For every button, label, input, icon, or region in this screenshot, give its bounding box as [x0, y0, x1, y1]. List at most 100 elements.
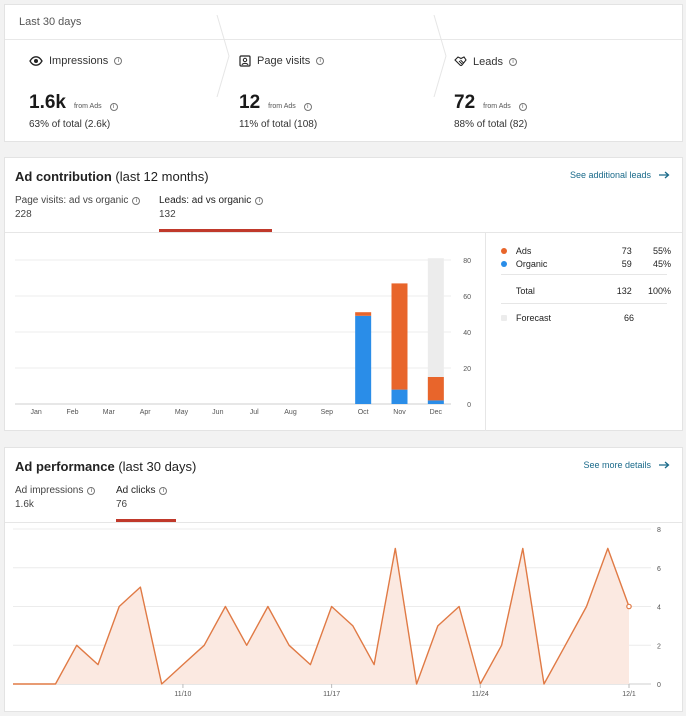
- legend-swatch: [501, 248, 507, 254]
- metric-source: from Ads: [73, 103, 102, 110]
- metric-page-visits: Page visits i 12 from Ads i 11% of total…: [219, 40, 429, 142]
- eye-icon: [29, 56, 43, 66]
- info-icon[interactable]: i: [518, 103, 527, 111]
- x-tick-label: Apr: [140, 409, 152, 416]
- bar-organic: [355, 315, 372, 404]
- arrow-right-icon: [659, 461, 670, 469]
- x-tick-label: 11/24: [472, 691, 489, 698]
- legend-label: Ads: [515, 246, 532, 256]
- see-additional-leads-link[interactable]: See additional leads: [570, 170, 670, 180]
- metric-percent: 63% of total (2.6k): [29, 119, 111, 130]
- x-tick-label: 11/17: [323, 691, 340, 698]
- arrow-right-icon: [659, 171, 670, 179]
- legend-label: Organic: [515, 259, 548, 269]
- divider: [501, 274, 667, 275]
- metric-impressions: Impressions i 1.6k from Ads i 63% of tot…: [9, 40, 219, 142]
- x-tick-label: Nov: [393, 409, 406, 416]
- x-tick-label: 11/10: [174, 691, 191, 698]
- ad-contribution-card: Ad contribution (last 12 months) See add…: [4, 157, 683, 431]
- legend-percent: 55%: [652, 246, 671, 256]
- x-tick-label: 12/1: [622, 691, 636, 698]
- legend-percent: 45%: [652, 259, 671, 269]
- ad-performance-card: Ad performance (last 30 days) See more d…: [4, 447, 683, 712]
- bar-organic: [427, 400, 444, 404]
- legend-label: Forecast: [516, 313, 552, 323]
- tab-label: Ad clicks: [116, 485, 156, 496]
- last-data-point: [626, 603, 632, 610]
- card-title-sub: (last 12 months): [115, 169, 209, 184]
- metric-label: Leads: [473, 55, 503, 68]
- summary-card: Last 30 days Impressions i 1.6k from Ads…: [4, 4, 683, 142]
- info-icon[interactable]: i: [132, 196, 141, 205]
- metric-value: 12: [239, 92, 261, 113]
- handshake-icon: [454, 56, 467, 66]
- bar-ads: [427, 377, 444, 401]
- x-tick-label: Oct: [358, 409, 369, 416]
- metric-value: 72: [454, 92, 476, 113]
- info-icon[interactable]: i: [316, 57, 325, 65]
- info-icon[interactable]: i: [303, 103, 312, 111]
- card-title: Ad contribution (last 12 months): [15, 169, 209, 184]
- tab-ad-impressions[interactable]: Ad impressions i 1.6k: [15, 485, 96, 510]
- x-tick-label: Jun: [212, 409, 223, 416]
- legend-value: 132: [616, 286, 632, 296]
- tab-label: Ad impressions: [15, 485, 84, 496]
- divider: [485, 233, 486, 431]
- tab-page-visits[interactable]: Page visits: ad vs organic i 228: [15, 195, 141, 220]
- x-tick-label: Jan: [31, 409, 42, 416]
- leads-bar-chart: 0 20 40 60 80 Jan Feb Mar Apr May Jun Jul Aug Sep Oct N…: [15, 258, 471, 416]
- divider: [5, 232, 682, 233]
- metric-label: Impressions: [49, 55, 109, 67]
- legend-value: 73: [621, 246, 632, 256]
- metric-leads: Leads i 72 from Ads i 88% of total (82): [434, 40, 674, 142]
- y-tick-label: 2: [657, 643, 661, 650]
- legend-item-organic: Organic 59 45%: [501, 259, 671, 269]
- info-icon[interactable]: i: [87, 486, 96, 495]
- bar-organic: [391, 389, 408, 404]
- tab-label: Page visits: ad vs organic: [15, 195, 129, 206]
- see-more-details-link[interactable]: See more details: [583, 460, 670, 470]
- legend-percent: 100%: [647, 286, 671, 296]
- tab-value: 228: [15, 209, 32, 220]
- bar-ads: [355, 312, 372, 316]
- legend-label: Total: [515, 286, 535, 296]
- metric-label: Page visits: [257, 55, 311, 67]
- tab-value: 132: [159, 209, 176, 220]
- info-icon[interactable]: i: [508, 57, 517, 66]
- info-icon[interactable]: i: [114, 57, 123, 65]
- page-visit-icon: [239, 55, 251, 67]
- tab-value: 1.6k: [15, 499, 34, 510]
- metric-source: from Ads: [268, 103, 296, 110]
- info-icon[interactable]: i: [159, 486, 168, 495]
- legend-spacer: [501, 288, 507, 294]
- divider: [501, 303, 667, 304]
- card-title-main: Ad contribution: [15, 169, 112, 184]
- info-icon[interactable]: i: [109, 103, 118, 111]
- ad-clicks-area-chart: 0 2 4 6 8 11/10 11/17 11/24 12/1: [13, 527, 661, 698]
- y-tick-label: 20: [463, 366, 471, 373]
- legend-item-ads: Ads 73 55%: [501, 246, 671, 256]
- y-tick-label: 80: [463, 258, 471, 265]
- period-label: Last 30 days: [19, 16, 82, 28]
- y-tick-label: 6: [657, 566, 661, 573]
- metric-value: 1.6k: [29, 92, 66, 113]
- card-title-main: Ad performance: [15, 459, 115, 474]
- x-tick-label: Mar: [103, 409, 116, 416]
- y-tick-label: 0: [467, 402, 471, 409]
- x-tick-label: Feb: [66, 409, 78, 416]
- card-title: Ad performance (last 30 days): [15, 459, 196, 474]
- y-tick-label: 0: [657, 682, 661, 689]
- legend-value: 59: [621, 259, 632, 269]
- tab-ad-clicks[interactable]: Ad clicks i 76: [116, 485, 168, 510]
- tab-leads[interactable]: Leads: ad vs organic i 132: [159, 195, 264, 220]
- y-tick-label: 8: [657, 527, 661, 534]
- metric-source: from Ads: [483, 103, 511, 110]
- link-label: See additional leads: [569, 170, 651, 180]
- y-tick-label: 60: [463, 294, 471, 301]
- y-tick-label: 40: [463, 330, 471, 337]
- metric-percent: 11% of total (108): [239, 119, 318, 130]
- link-label: See more details: [583, 460, 651, 470]
- info-icon[interactable]: i: [255, 196, 264, 205]
- x-tick-label: Sep: [321, 409, 334, 416]
- x-tick-label: Aug: [284, 409, 297, 416]
